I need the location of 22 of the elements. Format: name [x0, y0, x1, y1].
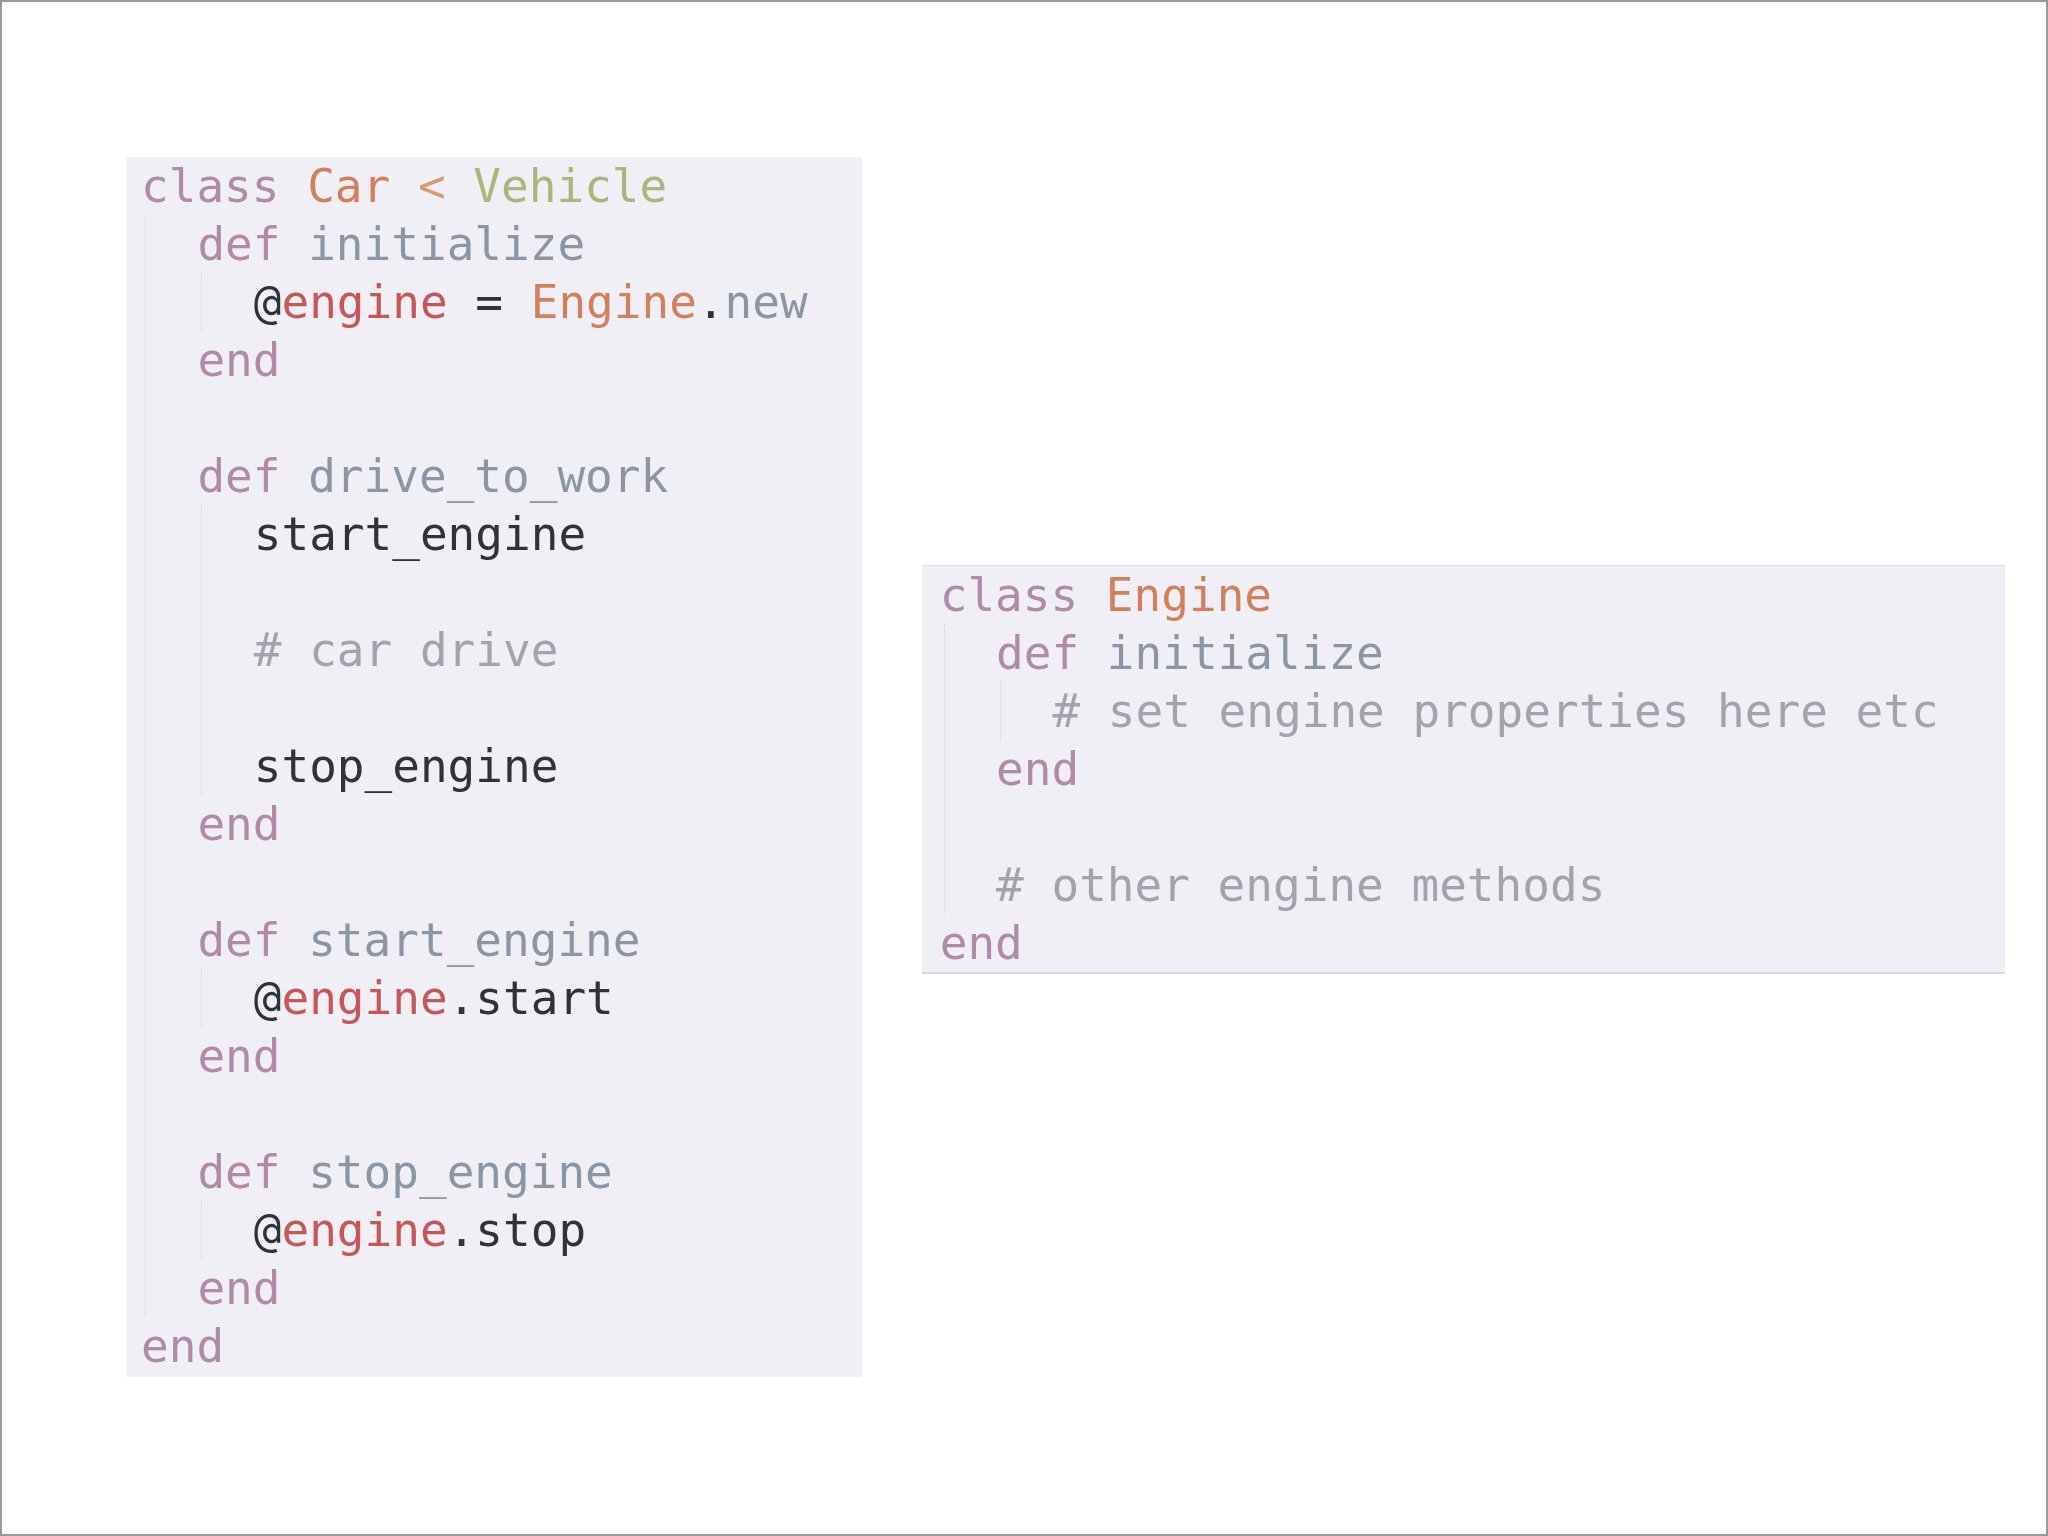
code-line: # set engine properties here etc	[1052, 683, 1939, 740]
code-line: def initialize	[996, 625, 1384, 682]
code-line: end	[996, 741, 1080, 798]
code-line: def stop_engine	[197, 1144, 613, 1201]
code-line: end	[939, 915, 1023, 972]
code-line: @engine.stop	[253, 1202, 587, 1259]
code-line: @engine.start	[253, 970, 614, 1027]
code-line: def drive_to_work	[197, 448, 669, 505]
code-line: end	[197, 796, 281, 853]
code-line: stop_engine	[253, 738, 559, 795]
code-line: @engine = Engine.new	[253, 274, 808, 331]
code-line: def start_engine	[197, 912, 641, 969]
code-line: end	[197, 1260, 281, 1317]
code-line: end	[197, 1028, 281, 1085]
code-line: class Car < Vehicle	[141, 158, 668, 215]
code-line: def initialize	[197, 216, 586, 273]
code-line: # other engine methods	[996, 857, 1606, 914]
code-line: # car drive	[253, 622, 559, 679]
code-line: class Engine	[939, 567, 1273, 624]
code-line: end	[141, 1318, 225, 1375]
code-line: end	[197, 332, 281, 389]
code-line: start_engine	[253, 506, 587, 563]
